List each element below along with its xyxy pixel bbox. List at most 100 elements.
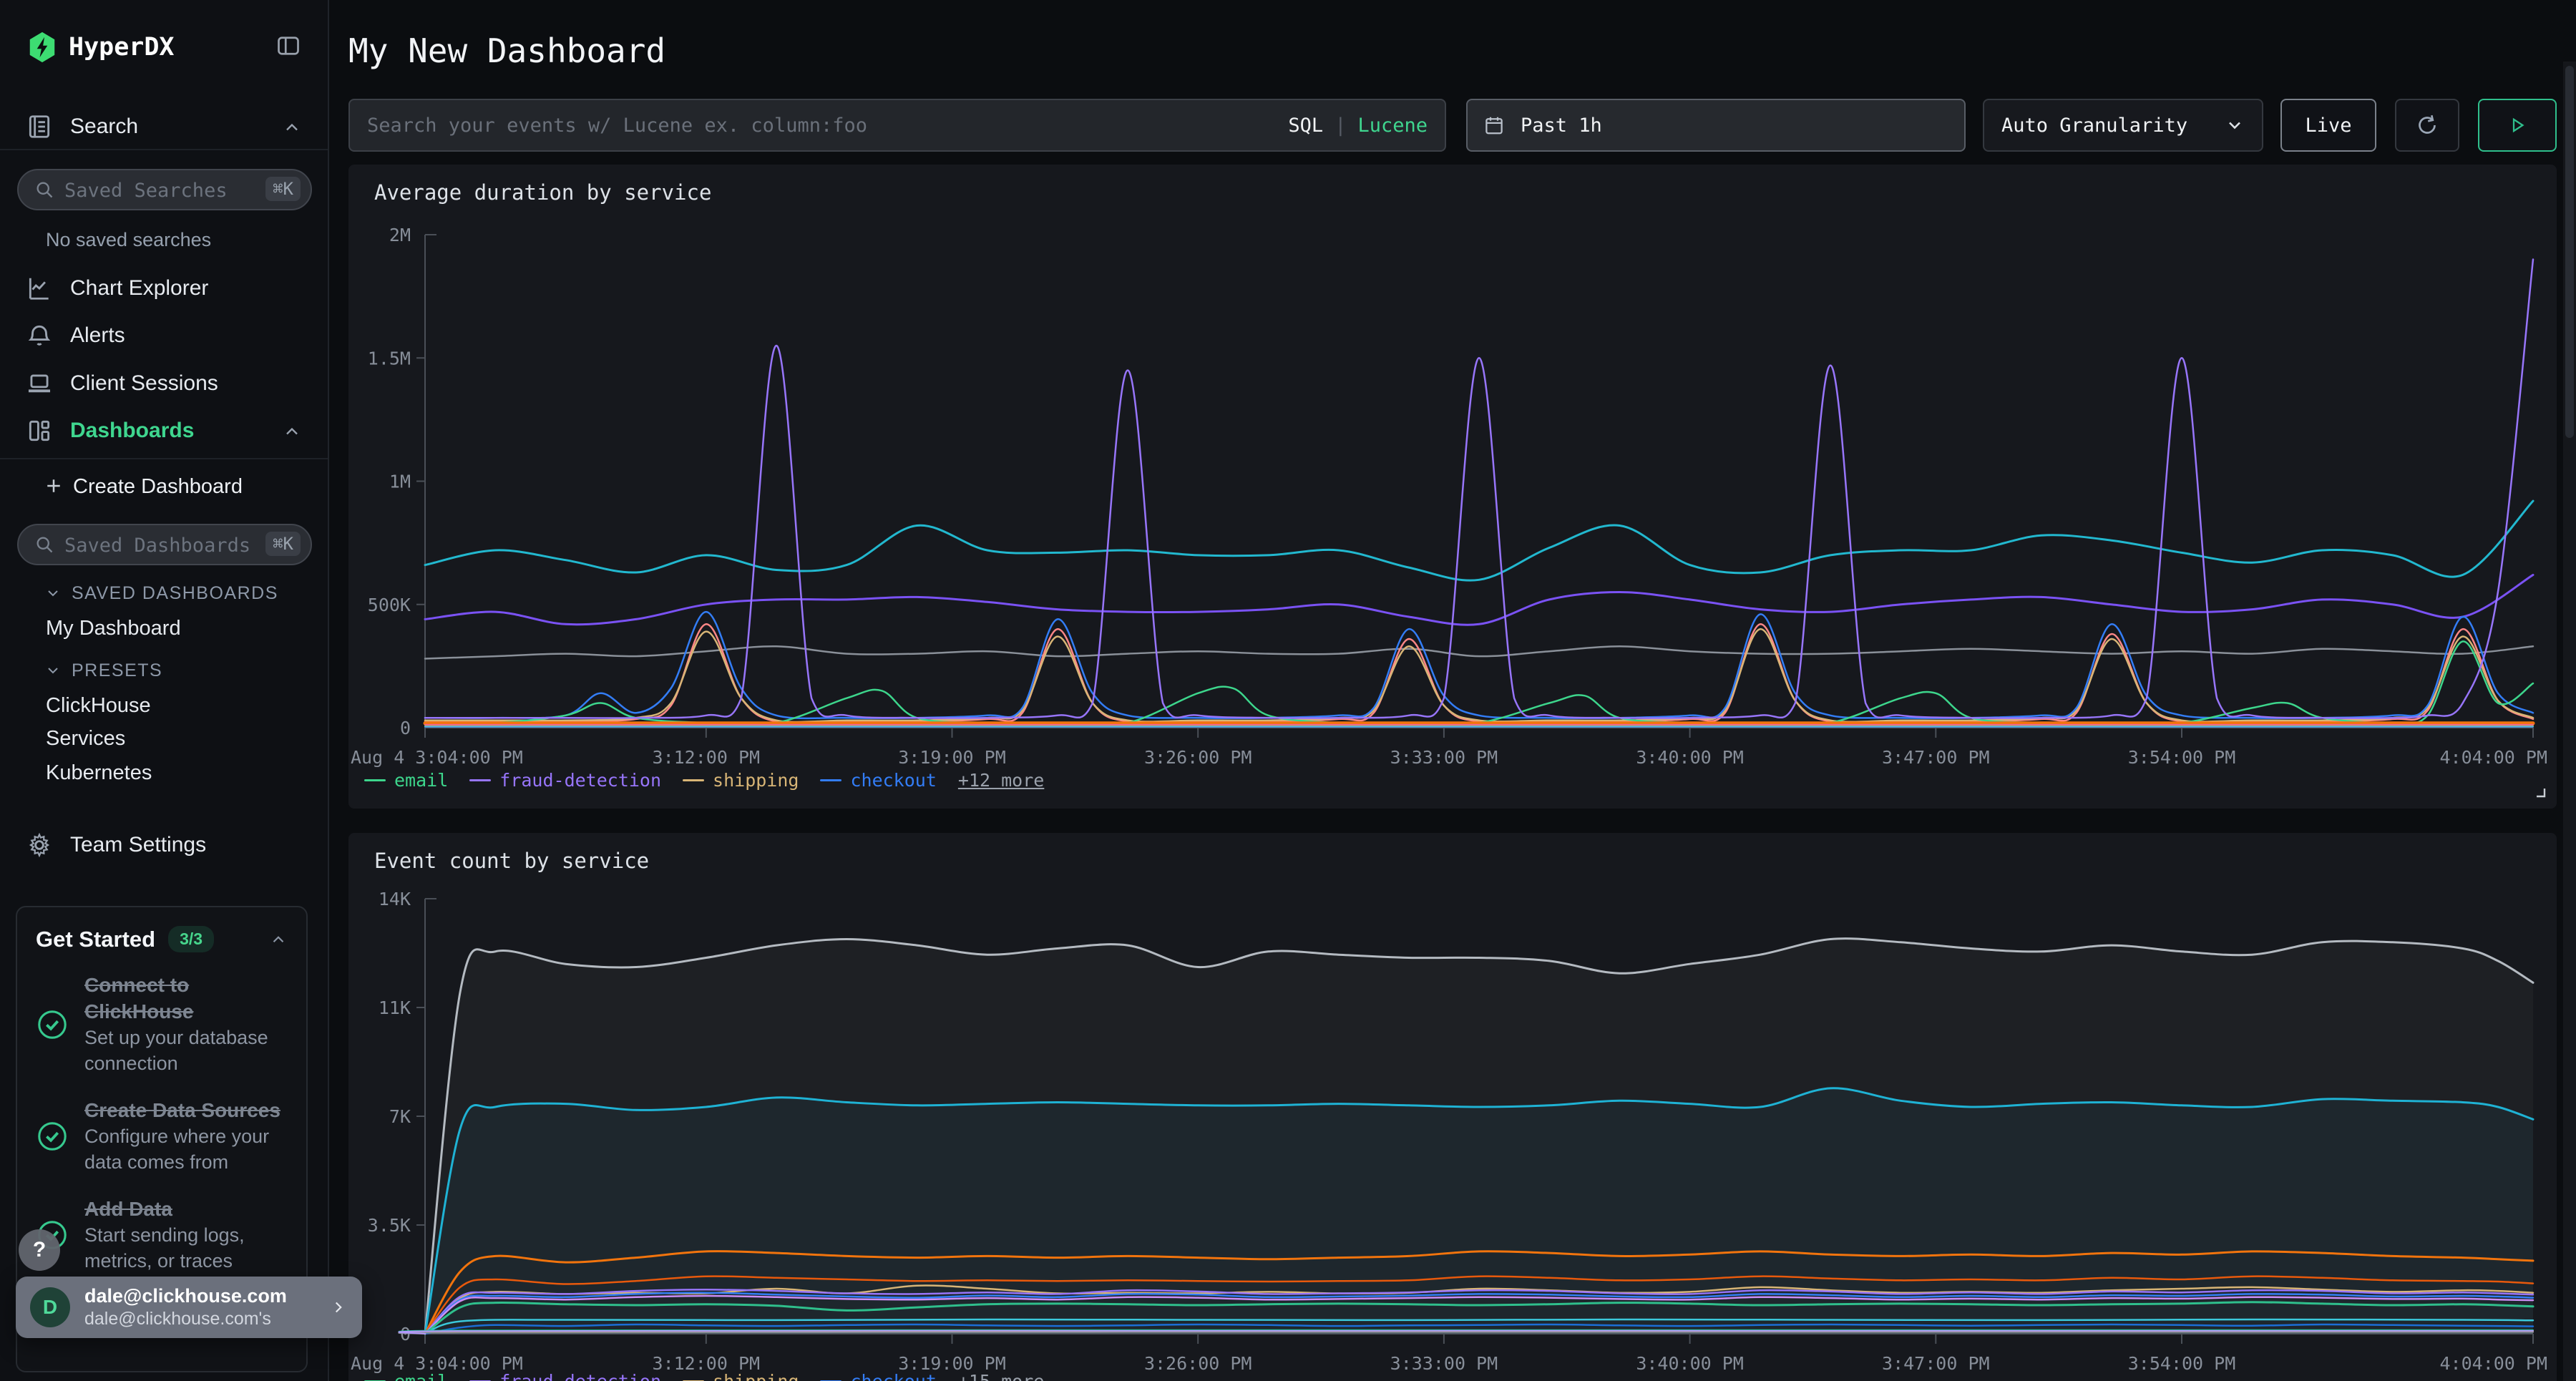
saved-searches-input[interactable]: Saved Searches ⌘K [17,169,312,210]
chart-legend: email fraud-detection shipping checkout +15 … [364,1371,1044,1381]
sidebar-item-team-settings[interactable]: Team Settings [0,826,329,864]
legend-item-email[interactable]: email [364,770,448,791]
chevron-up-icon[interactable] [269,930,288,949]
legend-item-checkout[interactable]: checkout [820,1371,936,1381]
saved-searches-placeholder: Saved Searches [64,180,228,202]
step-title: Connect to ClickHouse [84,972,263,1025]
svg-text:3:19:00 PM: 3:19:00 PM [898,747,1006,768]
refresh-icon [2414,112,2440,138]
step-title: Add Data [84,1196,288,1223]
get-started-progress-badge: 3/3 [168,926,214,952]
resize-grip-icon[interactable] [2534,786,2547,799]
live-label: Live [2305,114,2351,137]
sidebar: HyperDX Search Saved Searches ⌘K No save… [0,0,329,1381]
legend-item-shipping[interactable]: shipping [683,770,799,791]
event-count-chart[interactable]: 14K11K7K3.5K0Aug 4 3:04:00 PM3:12:00 PM3… [348,833,2557,1381]
lang-toggle-lucene[interactable]: Lucene [1357,114,1428,137]
legend-item-checkout[interactable]: checkout [820,770,936,791]
user-menu[interactable]: D dale@clickhouse.com dale@clickhouse.co… [16,1277,362,1338]
help-button[interactable]: ? [19,1229,60,1271]
section-header-label: PRESETS [72,660,162,681]
sidebar-item-chart-explorer[interactable]: Chart Explorer [0,269,329,308]
legend-more-link[interactable]: +12 more [958,770,1044,791]
chart-legend: email fraud-detection shipping checkout +12 … [364,770,1044,791]
gear-icon [26,831,53,859]
chevron-down-icon [44,662,62,679]
legend-label: email [394,1371,448,1381]
svg-text:3:40:00 PM: 3:40:00 PM [1636,1353,1744,1374]
sidebar-item-services[interactable]: Services [46,727,125,751]
create-dashboard-button[interactable]: Create Dashboard [0,471,329,505]
sidebar-item-my-dashboard[interactable]: My Dashboard [46,617,181,640]
get-started-step-add-data[interactable]: Add Data Start sending logs, metrics, or… [36,1196,288,1274]
saved-dashboards-input[interactable]: Saved Dashboards ⌘K [17,524,312,565]
sidebar-item-label: Dashboards [70,419,194,443]
step-desc: Configure where your data comes from [84,1124,278,1175]
chart-panel-avg-duration: Average duration by service 2M1.5M1M500K… [348,165,2557,809]
legend-item-fraud-detection[interactable]: fraud-detection [469,1371,661,1381]
sidebar-item-client-sessions[interactable]: Client Sessions [0,364,329,403]
laptop-icon [26,370,53,397]
logo-row: HyperDX [0,29,329,66]
app-name: HyperDX [69,33,175,62]
scrollbar-thumb[interactable] [2565,66,2574,438]
svg-text:3:54:00 PM: 3:54:00 PM [2128,1353,2236,1374]
lang-separator: | [1335,114,1346,137]
legend-item-email[interactable]: email [364,1371,448,1381]
bell-icon [26,322,53,349]
search-icon [34,180,54,200]
lang-toggle-sql[interactable]: SQL [1288,114,1323,137]
chevron-up-icon [282,421,302,441]
svg-text:0: 0 [400,718,411,738]
user-email: dale@clickhouse.com [84,1284,315,1309]
sidebar-item-alerts[interactable]: Alerts [0,316,329,355]
legend-label: email [394,770,448,791]
play-icon [2507,114,2528,136]
hyperdx-logo-icon [26,30,59,64]
calendar-icon [1483,114,1505,136]
check-circle-icon [36,1120,69,1153]
legend-label: checkout [850,770,936,791]
avg-duration-chart[interactable]: 2M1.5M1M500K0Aug 4 3:04:00 PM3:12:00 PM3… [348,165,2557,809]
chevron-right-icon [329,1298,348,1317]
create-dashboard-label: Create Dashboard [73,475,243,499]
svg-text:0: 0 [400,1324,411,1345]
live-button[interactable]: Live [2280,99,2376,152]
sidebar-collapse-icon[interactable] [273,33,303,59]
svg-text:3:33:00 PM: 3:33:00 PM [1390,1353,1498,1374]
svg-text:3:54:00 PM: 3:54:00 PM [2128,747,2236,768]
shortcut-badge: ⌘K [265,532,301,556]
sidebar-item-kubernetes[interactable]: Kubernetes [46,761,152,785]
svg-text:2M: 2M [389,225,411,245]
saved-dashboards-section-header[interactable]: SAVED DASHBOARDS [44,582,278,604]
legend-label: checkout [850,1371,936,1381]
avatar: D [30,1287,70,1327]
sidebar-item-clickhouse[interactable]: ClickHouse [46,694,151,718]
shortcut-badge: ⌘K [265,177,301,201]
event-search-input[interactable]: Search your events w/ Lucene ex. column:… [348,99,1446,152]
get-started-step-connect[interactable]: Connect to ClickHouse Set up your databa… [36,972,288,1076]
sidebar-item-dashboards[interactable]: Dashboards [0,411,329,450]
get-started-step-sources[interactable]: Create Data Sources Configure where your… [36,1098,288,1175]
time-range-value: Past 1h [1521,114,1602,137]
time-range-picker[interactable]: Past 1h [1466,99,1966,152]
step-desc: Start sending logs, metrics, or traces [84,1223,278,1274]
chart-line-icon [26,275,53,302]
legend-label: shipping [713,1371,799,1381]
divider [0,458,328,459]
legend-item-shipping[interactable]: shipping [683,1371,799,1381]
refresh-button[interactable] [2395,99,2459,152]
journal-icon [26,113,53,140]
svg-text:3:33:00 PM: 3:33:00 PM [1390,747,1498,768]
svg-text:7K: 7K [389,1106,411,1127]
legend-item-fraud-detection[interactable]: fraud-detection [469,770,661,791]
sidebar-item-label: Alerts [70,323,125,348]
run-query-button[interactable] [2478,99,2557,152]
legend-more-link[interactable]: +15 more [958,1371,1044,1381]
step-title: Create Data Sources [84,1098,288,1124]
sidebar-item-search[interactable]: Search [0,107,329,146]
presets-section-header[interactable]: PRESETS [44,660,162,681]
chevron-up-icon [282,117,302,137]
granularity-select[interactable]: Auto Granularity [1983,99,2263,152]
legend-dash-icon [364,779,386,781]
